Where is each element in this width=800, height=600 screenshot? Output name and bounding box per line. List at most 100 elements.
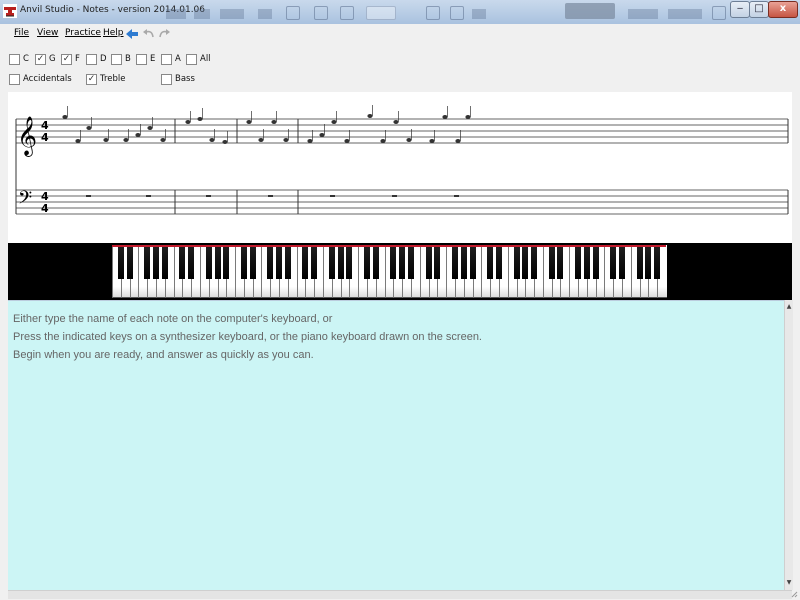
black-key[interactable] bbox=[583, 245, 590, 279]
black-key[interactable] bbox=[557, 245, 564, 279]
checkbox[interactable] bbox=[161, 74, 172, 85]
black-key[interactable] bbox=[161, 245, 168, 279]
instructions-panel: Either type the name of each note on the… bbox=[8, 300, 784, 591]
checkbox[interactable] bbox=[86, 54, 97, 65]
scroll-up-arrow-icon[interactable]: ▲ bbox=[785, 302, 793, 312]
checkbox[interactable] bbox=[161, 54, 172, 65]
black-key[interactable] bbox=[311, 245, 318, 279]
note-option-label: D bbox=[100, 54, 107, 64]
note bbox=[271, 111, 277, 124]
black-key[interactable] bbox=[407, 245, 414, 279]
black-key[interactable] bbox=[249, 245, 256, 279]
black-key[interactable] bbox=[522, 245, 529, 279]
black-key[interactable] bbox=[152, 245, 159, 279]
black-key[interactable] bbox=[592, 245, 599, 279]
black-key[interactable] bbox=[575, 245, 582, 279]
option-label: Bass bbox=[175, 74, 195, 84]
black-key[interactable] bbox=[205, 245, 212, 279]
black-key[interactable] bbox=[487, 245, 494, 279]
title-bar: Anvil Studio - Notes - version 2014.01.0… bbox=[0, 0, 800, 25]
black-key[interactable] bbox=[302, 245, 309, 279]
black-key[interactable] bbox=[267, 245, 274, 279]
note-option-label: C bbox=[23, 54, 29, 64]
note bbox=[246, 111, 252, 124]
resize-grip-icon[interactable] bbox=[790, 590, 798, 598]
rest bbox=[206, 195, 211, 197]
black-key[interactable] bbox=[214, 245, 221, 279]
checkbox[interactable] bbox=[136, 54, 147, 65]
staff-panel[interactable]: 𝄞 𝄢 4 4 4 4 bbox=[8, 92, 792, 243]
rest bbox=[454, 195, 459, 197]
black-key[interactable] bbox=[513, 245, 520, 279]
black-key[interactable] bbox=[434, 245, 441, 279]
black-key[interactable] bbox=[117, 245, 124, 279]
note bbox=[455, 130, 461, 143]
treble-clef-icon: 𝄞 bbox=[17, 116, 37, 157]
menu-file[interactable]: File bbox=[14, 28, 29, 38]
note bbox=[393, 111, 399, 124]
checkbox[interactable] bbox=[186, 54, 197, 65]
black-key[interactable] bbox=[346, 245, 353, 279]
rest bbox=[392, 195, 397, 197]
black-key[interactable] bbox=[364, 245, 371, 279]
black-key[interactable] bbox=[531, 245, 538, 279]
menu-help[interactable]: Help bbox=[103, 28, 124, 38]
black-key[interactable] bbox=[223, 245, 230, 279]
note bbox=[380, 130, 386, 143]
time-signature-bottom: 4 bbox=[41, 202, 49, 215]
note bbox=[222, 131, 228, 144]
scroll-down-arrow-icon[interactable]: ▼ bbox=[785, 578, 793, 588]
redo-icon[interactable] bbox=[157, 27, 171, 41]
black-key[interactable] bbox=[240, 245, 247, 279]
black-key[interactable] bbox=[619, 245, 626, 279]
menu-practice[interactable]: Practice bbox=[65, 28, 101, 38]
undo-icon[interactable] bbox=[142, 27, 156, 41]
black-key[interactable] bbox=[495, 245, 502, 279]
black-key[interactable] bbox=[636, 245, 643, 279]
instruction-line: Either type the name of each note on the… bbox=[13, 313, 333, 325]
black-key[interactable] bbox=[548, 245, 555, 279]
black-key[interactable] bbox=[451, 245, 458, 279]
black-key[interactable] bbox=[610, 245, 617, 279]
black-key[interactable] bbox=[337, 245, 344, 279]
checkbox-checked[interactable]: ✓ bbox=[86, 74, 97, 85]
black-key[interactable] bbox=[372, 245, 379, 279]
maximize-button[interactable]: □ bbox=[749, 1, 769, 18]
black-key[interactable] bbox=[425, 245, 432, 279]
note bbox=[465, 106, 471, 119]
checkbox-checked[interactable]: ✓ bbox=[61, 54, 72, 65]
vertical-scrollbar[interactable]: ▲ ▼ bbox=[784, 300, 793, 590]
black-key[interactable] bbox=[276, 245, 283, 279]
black-key[interactable] bbox=[390, 245, 397, 279]
checkbox[interactable] bbox=[9, 54, 20, 65]
rest bbox=[268, 195, 273, 197]
black-key[interactable] bbox=[469, 245, 476, 279]
black-key[interactable] bbox=[654, 245, 661, 279]
black-key[interactable] bbox=[144, 245, 151, 279]
black-key[interactable] bbox=[460, 245, 467, 279]
note bbox=[319, 124, 325, 137]
black-key[interactable] bbox=[179, 245, 186, 279]
piano-keyboard[interactable] bbox=[112, 245, 667, 298]
menu-view[interactable]: View bbox=[37, 28, 58, 38]
anvil-icon bbox=[3, 4, 17, 18]
rest bbox=[146, 195, 151, 197]
instruction-line: Begin when you are ready, and answer as … bbox=[13, 349, 314, 361]
minimize-button[interactable]: ‒ bbox=[730, 1, 750, 18]
note-option-label: F bbox=[75, 54, 80, 64]
rest bbox=[86, 195, 91, 197]
black-key[interactable] bbox=[328, 245, 335, 279]
checkbox[interactable] bbox=[9, 74, 20, 85]
background-ghost-box bbox=[712, 6, 726, 20]
back-arrow-icon[interactable] bbox=[125, 27, 139, 41]
checkbox[interactable] bbox=[111, 54, 122, 65]
black-key[interactable] bbox=[188, 245, 195, 279]
black-key[interactable] bbox=[284, 245, 291, 279]
black-key[interactable] bbox=[645, 245, 652, 279]
black-key[interactable] bbox=[126, 245, 133, 279]
close-button[interactable]: x bbox=[768, 1, 798, 18]
background-ghost-label bbox=[628, 9, 658, 19]
checkbox-checked[interactable]: ✓ bbox=[35, 54, 46, 65]
black-key[interactable] bbox=[399, 245, 406, 279]
horizontal-scrollbar[interactable] bbox=[8, 590, 792, 599]
